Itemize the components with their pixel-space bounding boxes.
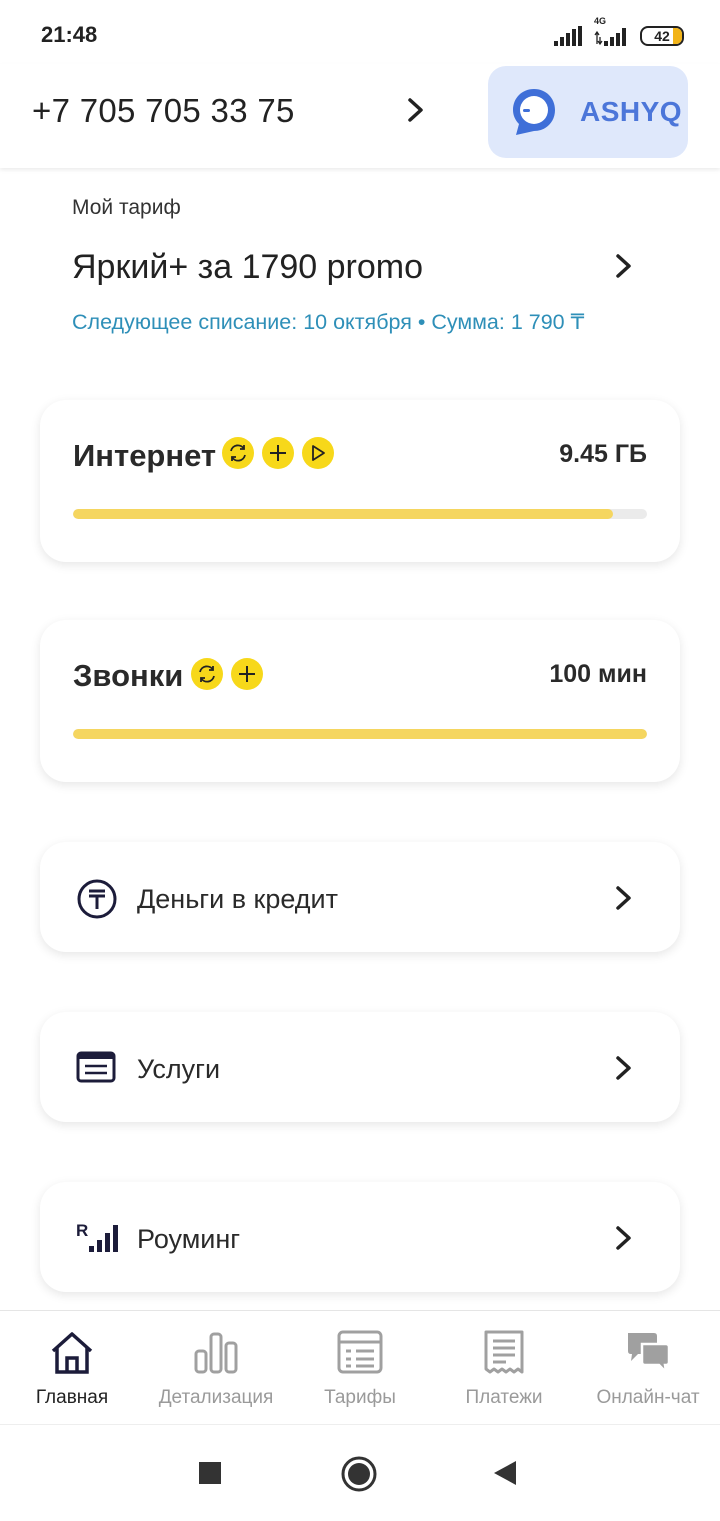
- services-label: Услуги: [137, 1054, 221, 1084]
- nav-home-label: Главная: [35, 1387, 109, 1408]
- refresh-icon[interactable]: [191, 658, 223, 690]
- nav-home[interactable]: Главная: [0, 1311, 144, 1425]
- status-bar: 21:48 4G 42: [0, 0, 720, 64]
- calls-title: Звонки: [73, 658, 184, 693]
- system-navigation: [0, 1424, 720, 1521]
- plus-icon[interactable]: [231, 658, 263, 690]
- home-icon: [51, 1332, 93, 1374]
- recent-apps-icon[interactable]: [198, 1461, 222, 1485]
- nav-details-label: Детализация: [158, 1387, 274, 1408]
- refresh-icon[interactable]: [222, 437, 254, 469]
- tariff-caption: Мой тариф: [72, 196, 181, 219]
- calls-card[interactable]: Звонки 100 мин: [40, 620, 680, 782]
- plus-icon[interactable]: [262, 437, 294, 469]
- calls-progress: [73, 729, 647, 739]
- internet-progress: [73, 509, 647, 519]
- nav-details[interactable]: Детализация: [144, 1311, 288, 1425]
- status-icons: 4G 42: [554, 16, 684, 46]
- calls-actions: [191, 658, 263, 690]
- receipt-icon: [484, 1330, 524, 1374]
- chevron-right-icon[interactable]: [404, 96, 428, 124]
- services-icon: [76, 1051, 116, 1083]
- nav-chat-label: Онлайн-чат: [596, 1387, 700, 1408]
- credit-label: Деньги в кредит: [137, 884, 339, 914]
- credit-row[interactable]: Деньги в кредит: [40, 842, 680, 952]
- calls-value: 100 мин: [549, 660, 647, 688]
- play-icon[interactable]: [302, 437, 334, 469]
- nav-tariffs[interactable]: Тарифы: [288, 1311, 432, 1425]
- next-charge-info: Следующее списание: 10 октября • Сумма: …: [72, 310, 585, 334]
- battery-icon: 42: [640, 26, 684, 46]
- internet-progress-fill: [73, 509, 613, 519]
- ashyq-label: ASHYQ: [580, 96, 683, 127]
- chevron-right-icon[interactable]: [612, 1054, 636, 1082]
- nav-payments[interactable]: Платежи: [432, 1311, 576, 1425]
- internet-card[interactable]: Интернет 9.45 ГБ: [40, 400, 680, 562]
- ashyq-button[interactable]: ASHYQ: [488, 66, 688, 158]
- chevron-right-icon[interactable]: [612, 884, 636, 912]
- nav-chat[interactable]: Онлайн-чат: [576, 1311, 720, 1425]
- bottom-navigation: Главная Детализация Тарифы Платежи Онлай…: [0, 1310, 720, 1425]
- chat-icon: [628, 1333, 671, 1375]
- internet-value: 9.45 ГБ: [559, 440, 647, 468]
- phone-number[interactable]: +7 705 705 33 75: [32, 92, 295, 130]
- app-header: +7 705 705 33 75 ASHYQ: [0, 64, 720, 168]
- services-row[interactable]: Услуги: [40, 1012, 680, 1122]
- tariffs-icon: [337, 1330, 383, 1374]
- tariff-section[interactable]: Мой тариф Яркий+ за 1790 promo Следующее…: [72, 196, 662, 334]
- chevron-right-icon[interactable]: [612, 1224, 636, 1252]
- battery-level: 42: [654, 28, 670, 44]
- signal-4g-icon: 4G: [594, 16, 630, 46]
- signal-icon: [554, 26, 582, 46]
- bar-chart-icon: [194, 1332, 238, 1374]
- internet-actions: [222, 437, 334, 469]
- calls-progress-fill: [73, 729, 647, 739]
- roaming-icon: R: [76, 1221, 118, 1252]
- home-button-icon[interactable]: [340, 1455, 378, 1493]
- tenge-icon: [77, 879, 117, 919]
- chevron-right-icon[interactable]: [612, 252, 636, 280]
- ashyq-chat-icon: [513, 89, 555, 135]
- roaming-row[interactable]: R Роуминг: [40, 1182, 680, 1292]
- nav-payments-label: Платежи: [465, 1387, 543, 1408]
- internet-title: Интернет: [73, 438, 217, 473]
- back-icon[interactable]: [492, 1459, 518, 1487]
- nav-tariffs-label: Тарифы: [324, 1387, 396, 1408]
- tariff-name[interactable]: Яркий+ за 1790 promo: [72, 248, 423, 287]
- svg-text:R: R: [76, 1221, 88, 1240]
- status-time: 21:48: [41, 22, 98, 47]
- roaming-label: Роуминг: [137, 1224, 241, 1254]
